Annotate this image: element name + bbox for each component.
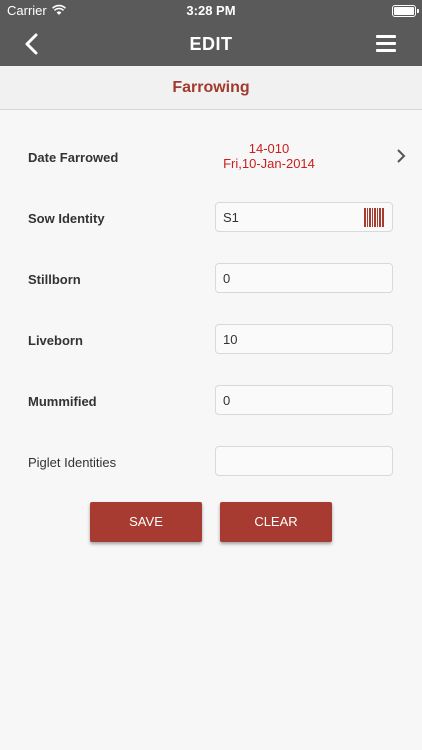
clock: 3:28 PM	[186, 3, 236, 18]
piglet-identities-row: Piglet Identities	[0, 441, 422, 481]
status-bar: Carrier 3:28 PM	[0, 0, 422, 22]
save-button[interactable]: SAVE	[90, 502, 202, 542]
piglet-identities-input[interactable]	[215, 446, 393, 476]
stillborn-label: Stillborn	[28, 272, 81, 287]
stillborn-row: Stillborn 0	[0, 258, 422, 298]
battery-icon	[392, 5, 419, 17]
piglet-identities-label: Piglet Identities	[28, 455, 117, 470]
hamburger-menu-icon[interactable]	[376, 35, 396, 53]
barcode-scan-icon[interactable]	[364, 208, 384, 227]
date-farrowed-date: Fri,10-Jan-2014	[223, 156, 315, 171]
clear-button[interactable]: CLEAR	[220, 502, 332, 542]
sow-identity-value: S1	[223, 210, 239, 225]
liveborn-input[interactable]: 10	[215, 324, 393, 354]
sow-identity-input[interactable]: S1	[215, 202, 393, 232]
chevron-right-icon[interactable]	[396, 149, 406, 163]
sow-identity-row: Sow Identity S1	[0, 197, 422, 237]
mummified-row: Mummified 0	[0, 380, 422, 420]
navigation-bar: EDIT	[0, 22, 422, 66]
page-title: EDIT	[189, 34, 233, 54]
mummified-label: Mummified	[28, 394, 97, 409]
date-farrowed-label: Date Farrowed	[28, 150, 119, 165]
date-farrowed-code: 14-010	[248, 141, 290, 156]
liveborn-row: Liveborn 10	[0, 319, 422, 359]
liveborn-label: Liveborn	[28, 333, 83, 348]
sow-identity-label: Sow Identity	[28, 211, 105, 226]
date-farrowed-row[interactable]: Date Farrowed 14-010 Fri,10-Jan-2014	[0, 136, 422, 176]
mummified-input[interactable]: 0	[215, 385, 393, 415]
stillborn-input[interactable]: 0	[215, 263, 393, 293]
section-title: Farrowing	[0, 66, 422, 110]
